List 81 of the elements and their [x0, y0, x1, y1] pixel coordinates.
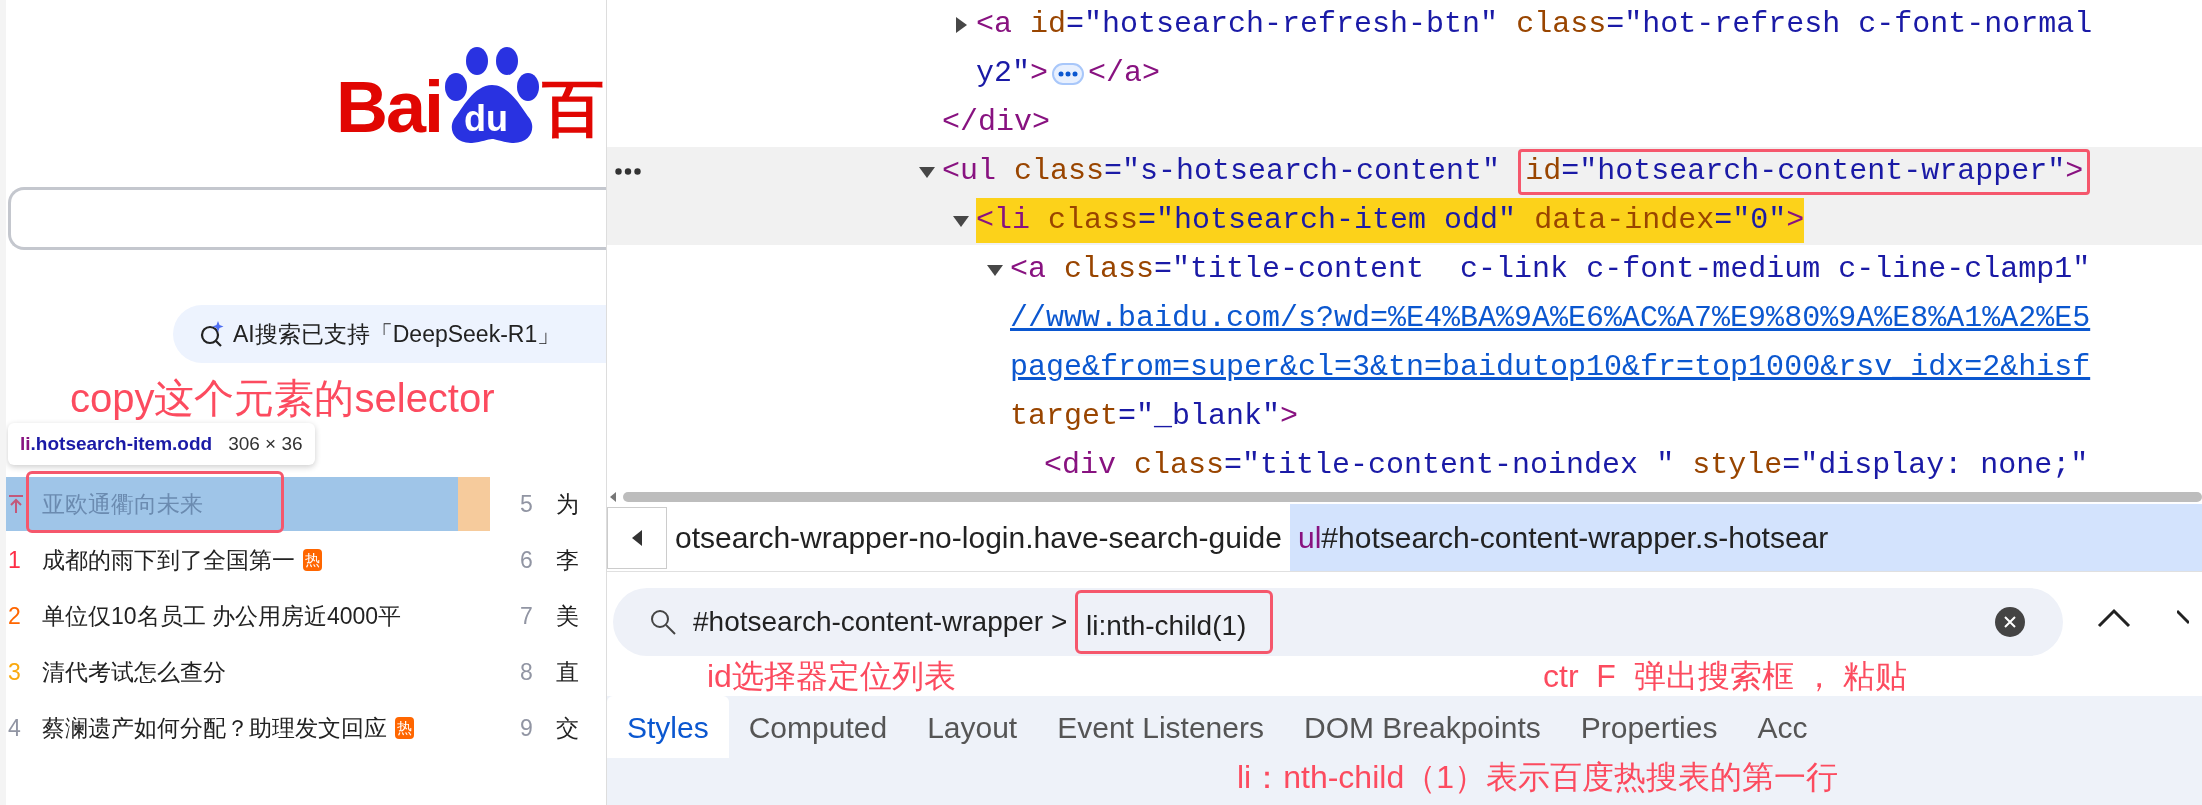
logo-text: Bai	[335, 71, 442, 143]
link-text[interactable]: page&from=super&cl=3&tn=baidutop10&fr=top1000&rsv_idx=2&hisf	[1010, 345, 2091, 390]
code-text: <a class="title-content c-link c-font-medium c-line-clamp1"	[1010, 251, 2091, 288]
code-text: target="_blank">	[1010, 398, 1299, 435]
search-field[interactable]: #hotsearch-content-wrapper > li:nth-child(1)	[613, 588, 2063, 656]
search-icon	[649, 608, 677, 636]
sparkle-search-icon	[199, 321, 225, 347]
code-text: <li class="hotsearch-item odd" data-index="0">	[976, 198, 1805, 243]
dom-node-row[interactable]: <li class="hotsearch-item odd" data-index="0">	[607, 196, 2202, 245]
rank-number: 1	[7, 545, 22, 575]
headline-link[interactable]: 为	[556, 486, 579, 522]
rank-number: 8	[520, 657, 534, 687]
panel-tab[interactable]: Computed	[728, 696, 908, 758]
rank-number: 7	[520, 601, 534, 631]
dom-node-row[interactable]: <a class="title-content c-link c-font-medium c-line-clamp1"	[607, 245, 2202, 294]
code-text: </a>	[1088, 55, 1161, 92]
annotation-text: ctr F 弹出搜索框 ， 粘贴	[1543, 658, 1908, 694]
headline-link[interactable]: 直	[556, 654, 579, 690]
search-query-text: li:nth-child(1)	[1086, 609, 1247, 643]
dom-node-row[interactable]: <a id="hotsearch-refresh-btn" class="hot-refresh c-font-normal	[607, 0, 2202, 49]
breadcrumb-item[interactable]: ul#hotsearch-content-wrapper.s-hotsear	[1290, 504, 2202, 571]
selector-text: li.hotsearch-item.odd	[20, 431, 213, 456]
headline-link[interactable]: 蔡澜遗产如何分配？助理发文回应	[42, 710, 387, 746]
collapse-triangle-icon[interactable]	[954, 15, 968, 34]
ellipsis-icon	[1058, 70, 1079, 77]
headline-link[interactable]: 清代考试怎么查分	[42, 654, 226, 690]
expand-button[interactable]	[1052, 62, 1085, 85]
code-text: </div>	[942, 104, 1051, 141]
link-text[interactable]: //www.baidu.com/s?wd=%E4%BA%9A%E6%AC%A7%E9%80%9A%E8%A1%A2%E5	[1010, 296, 2091, 341]
logo-text: 百	[542, 77, 604, 141]
panel-tab[interactable]: Styles	[607, 696, 729, 758]
headline-link[interactable]: 美	[556, 598, 579, 634]
hot-search-item[interactable]: 4 蔡澜遗产如何分配？助理发文回应 热	[6, 701, 490, 755]
headline-link[interactable]: 成都的雨下到了全国第一	[42, 542, 295, 578]
banner-text: AI搜索已支持「DeepSeek-R1」	[233, 319, 561, 349]
ai-search-banner[interactable]: AI搜索已支持「DeepSeek-R1」	[173, 305, 606, 363]
annotation-text: copy这个元素的selector	[70, 375, 495, 421]
panel-tab[interactable]: Layout	[907, 696, 1038, 758]
panel-tab[interactable]: DOM Breakpoints	[1284, 696, 1561, 758]
headline-link[interactable]: 李	[556, 542, 579, 578]
scroll-left-button[interactable]	[607, 506, 667, 569]
expand-triangle-icon[interactable]	[918, 164, 936, 179]
search-query-text: #hotsearch-content-wrapper >	[693, 605, 1069, 639]
rank-number: 4	[7, 713, 22, 743]
rank-number: 3	[7, 657, 22, 687]
paw-icon	[444, 47, 540, 145]
more-icon[interactable]	[615, 168, 641, 175]
code-text: <a id="hotsearch-refresh-btn" class="hot-refresh c-font-normal	[976, 6, 2093, 43]
rank-number: 5	[520, 489, 534, 519]
code-text: y2">	[976, 55, 1049, 92]
dom-node-row[interactable]: <ul class="s-hotsearch-content" id="hotsearch-content-wrapper">	[607, 147, 2202, 196]
hot-badge: 热	[303, 549, 322, 571]
rank-number: 2	[7, 601, 22, 631]
logo-text: du	[464, 101, 508, 137]
code-text: <div class="title-content-noindex " style="display: none;"	[1044, 447, 2089, 484]
expand-triangle-icon[interactable]	[986, 262, 1004, 277]
rank-number: 6	[520, 545, 534, 575]
headline-link[interactable]: 交	[556, 710, 579, 746]
size-text: 306 × 36	[228, 431, 303, 456]
annotation-text: id选择器定位列表	[707, 658, 956, 694]
clear-icon[interactable]	[1995, 607, 2025, 637]
hot-badge: 热	[395, 717, 414, 739]
search-field[interactable]	[8, 187, 606, 250]
chevron-up-icon[interactable]	[2097, 608, 2131, 628]
hot-search-item[interactable]: 2 单位仅10名员工 办公用房近4000平	[6, 589, 490, 643]
hot-search-item[interactable]: 3 清代考试怎么查分	[6, 645, 490, 699]
annotation-text: li：nth-child（1）表示百度热搜表的第一行	[1237, 759, 1838, 795]
panel-tab[interactable]: Properties	[1560, 696, 1738, 758]
horizontal-scrollbar[interactable]	[623, 492, 2202, 502]
rank-number: 9	[520, 713, 534, 743]
caret-left-icon	[630, 528, 644, 547]
panel-tab[interactable]: Acc	[1737, 696, 1828, 758]
hot-search-item[interactable]: 1 成都的雨下到了全国第一 热	[6, 533, 490, 587]
dom-node-row[interactable]: <div class="title-content-noindex " style="display: none;"	[607, 441, 2202, 490]
expand-triangle-icon[interactable]	[952, 213, 970, 228]
panel-tab[interactable]: Event Listeners	[1037, 696, 1284, 758]
headline-link[interactable]: 单位仅10名员工 办公用房近4000平	[42, 598, 402, 634]
breadcrumb-item[interactable]: otsearch-wrapper-no-login.have-search-guide	[667, 504, 1290, 571]
code-text: id="hotsearch-content-wrapper">	[1525, 153, 2084, 190]
code-text: <ul class="s-hotsearch-content"	[942, 153, 1502, 190]
padding-overlay	[458, 477, 490, 531]
